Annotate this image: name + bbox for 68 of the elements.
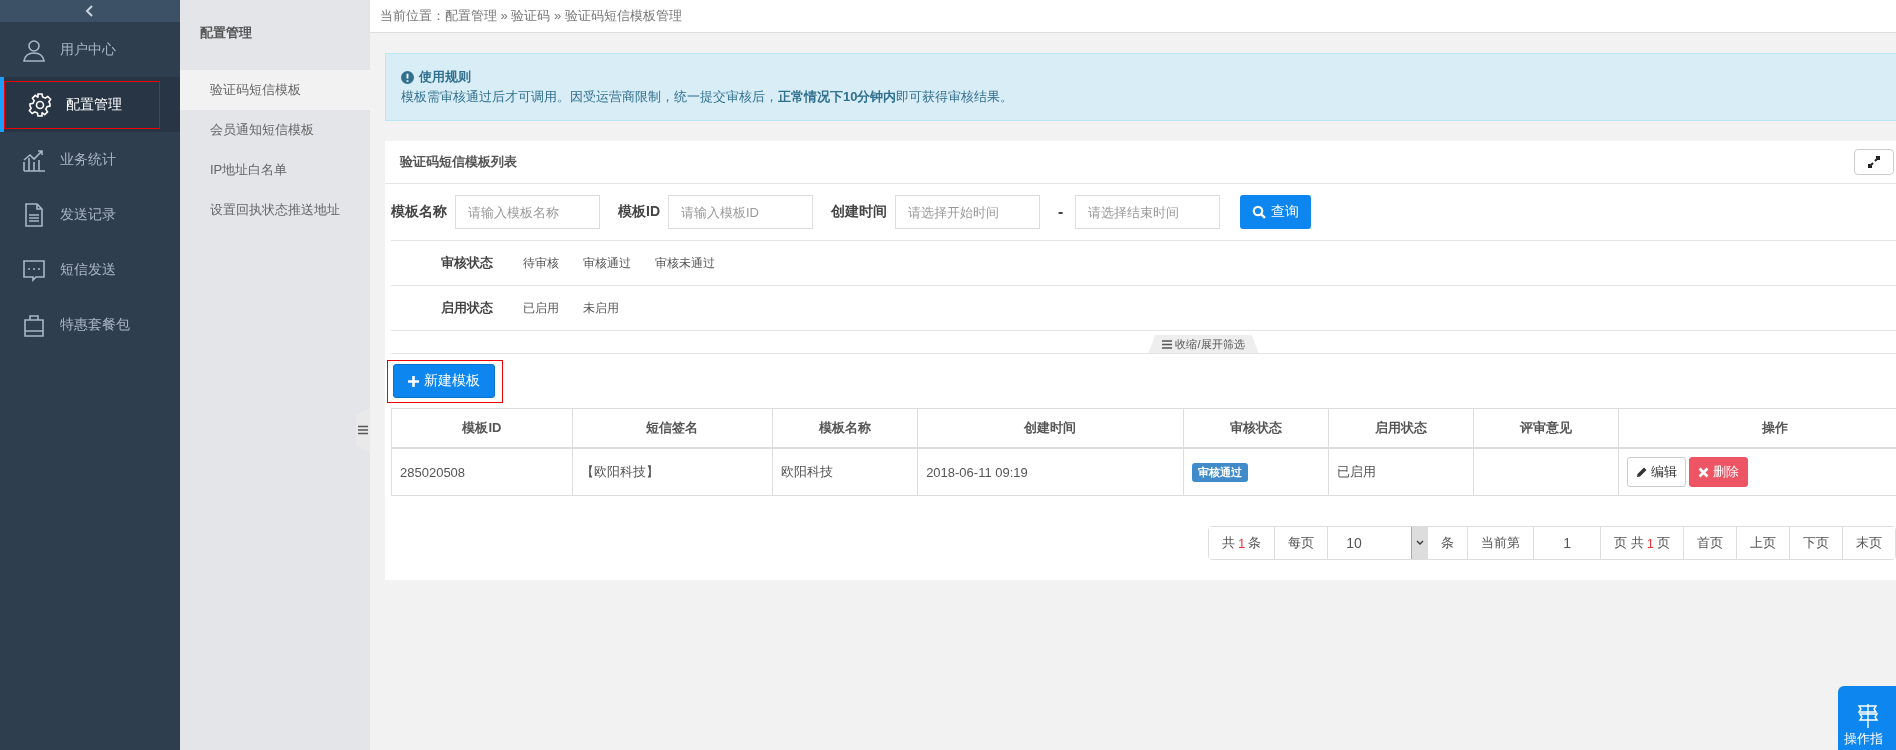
table-cell: 【欧阳科技】 [572, 448, 773, 496]
exclamation-icon [401, 70, 414, 84]
guide-button[interactable]: 操作指 [1838, 686, 1896, 750]
column-header: 短信签名 [572, 408, 773, 448]
plus-icon [408, 375, 419, 387]
table-cell: 2018-06-11 09:19 [917, 448, 1184, 496]
fullscreen-button[interactable] [1854, 149, 1894, 175]
expand-arrows-icon [1867, 155, 1881, 169]
sidebar-item[interactable]: 发送记录 [0, 187, 180, 242]
filter-option[interactable]: 待审核 [523, 254, 559, 272]
sidebar-item[interactable]: 用户中心 [0, 22, 180, 77]
table-cell: 285020508 [391, 448, 573, 496]
filter-label: 审核状态 [441, 254, 493, 272]
chart-icon [22, 147, 46, 172]
search-button[interactable]: 查询 [1240, 195, 1312, 229]
column-header: 评审意见 [1473, 408, 1619, 448]
range-separator: - [1058, 203, 1064, 221]
sidebar-item[interactable]: 特惠套餐包 [0, 297, 180, 352]
column-header: 审核状态 [1183, 408, 1329, 448]
sidebar-item[interactable]: 短信发送 [0, 242, 180, 297]
subnav-item[interactable]: 设置回执状态推送地址 [180, 190, 370, 230]
sidebar-item[interactable]: 业务统计 [0, 132, 180, 187]
gear-icon [28, 92, 52, 117]
new-template-button[interactable]: 新建模板 [393, 364, 495, 398]
filter-option[interactable]: 已启用 [523, 299, 559, 317]
filter-label: 启用状态 [441, 299, 493, 317]
table-cell: 欧阳科技 [772, 448, 918, 496]
column-header: 模板ID [391, 408, 573, 448]
filter-label: 创建时间 [831, 203, 887, 221]
status-badge: 审核通过 [1191, 462, 1248, 482]
document-icon [22, 202, 46, 227]
sidebar-item[interactable]: 配置管理 [0, 77, 180, 132]
filter-label: 模板名称 [391, 203, 447, 221]
column-header: 操作 [1618, 408, 1896, 448]
collapse-icon[interactable] [85, 5, 95, 17]
breadcrumb: 当前位置：配置管理 » 验证码 » 验证码短信模板管理 [380, 7, 682, 25]
edit-button[interactable]: 编辑 [1627, 457, 1687, 487]
toggle-filters-tab[interactable]: 收缩/展开筛选 [1148, 335, 1259, 353]
filter-option[interactable]: 审核通过 [583, 254, 631, 272]
close-icon [1698, 466, 1710, 478]
notice-title: 使用规则 [419, 68, 471, 86]
subnav-title: 配置管理 [200, 24, 252, 42]
chat-icon [22, 257, 46, 282]
column-header: 创建时间 [917, 408, 1184, 448]
search-icon [1252, 205, 1267, 219]
filter-option[interactable]: 未启用 [583, 299, 619, 317]
start-date-field[interactable]: 请选择开始时间 [895, 195, 1040, 229]
panel-title: 验证码短信模板列表 [400, 153, 517, 171]
filter-field[interactable]: 请输入模板名称 [455, 195, 600, 229]
notice-text: 模板需审核通过后才可调用。因受运营商限制，统一提交审核后，正常情况下10分钟内即可获得审核结果。 [401, 88, 1015, 106]
total-count: 共 1 条 [1208, 527, 1276, 559]
menu-icon [358, 425, 368, 435]
chevron-down-icon [1415, 540, 1424, 546]
end-date-field[interactable]: 请选择结束时间 [1075, 195, 1221, 229]
column-header: 启用状态 [1328, 408, 1474, 448]
table-cell: 已启用 [1328, 448, 1474, 496]
user-icon [22, 37, 46, 62]
subnav-item[interactable]: 会员通知短信模板 [180, 110, 370, 150]
menu-icon [1162, 339, 1173, 349]
page-size-select[interactable]: 10 [1328, 527, 1429, 559]
filter-field[interactable]: 请输入模板ID [668, 195, 813, 229]
pencil-icon [1636, 466, 1648, 478]
column-header: 模板名称 [772, 408, 918, 448]
filter-label: 模板ID [618, 203, 660, 221]
filter-option[interactable]: 审核未通过 [655, 254, 715, 272]
bag-icon [22, 312, 46, 337]
subnav-item[interactable]: IP地址白名单 [180, 150, 370, 190]
subnav-item[interactable]: 验证码短信模板 [180, 70, 370, 110]
